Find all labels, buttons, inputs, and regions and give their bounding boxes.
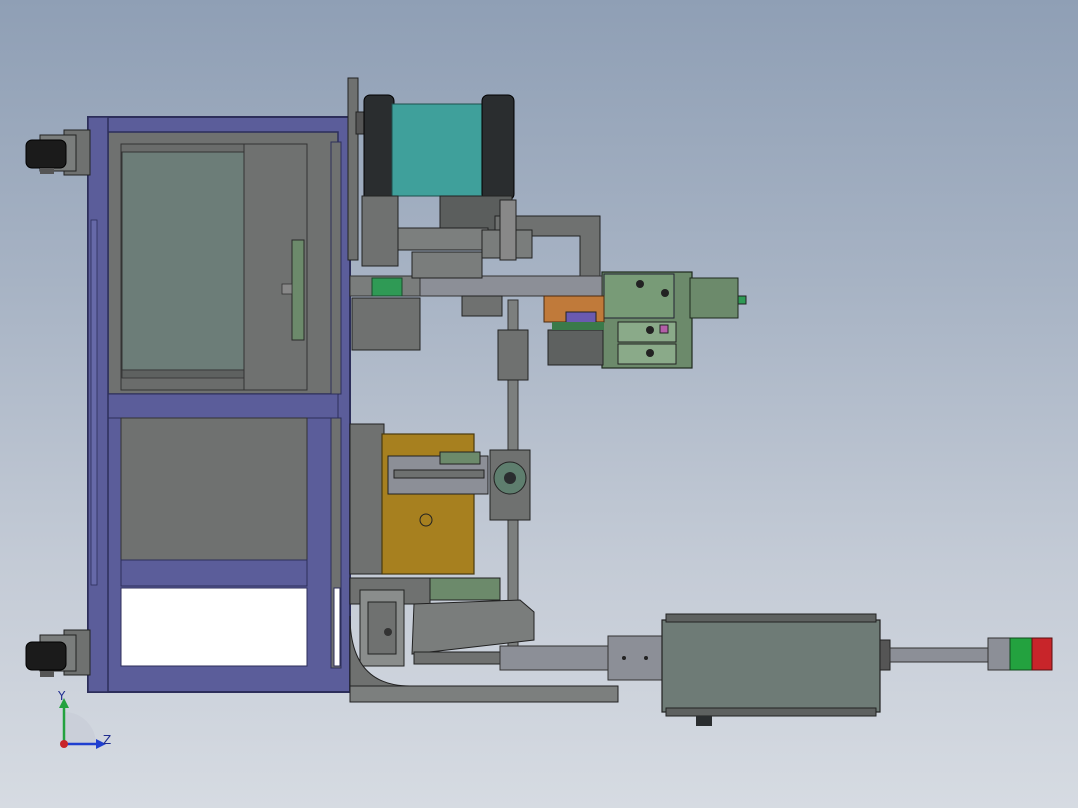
gearbox xyxy=(349,423,489,575)
spool-flange-right xyxy=(481,94,515,201)
handle-knob xyxy=(281,283,293,295)
stack-light-green xyxy=(1009,637,1033,671)
coordinate-triad: Y Z xyxy=(57,689,111,749)
bottom-opening xyxy=(120,587,308,667)
cutter-head xyxy=(543,295,605,366)
spool-drum xyxy=(391,103,485,197)
main-frame xyxy=(87,116,351,693)
triad-z-label: Z xyxy=(103,733,111,747)
cabinet-strip xyxy=(121,369,245,379)
lower-assembly xyxy=(349,577,619,703)
electrical-box xyxy=(121,151,245,371)
lower-panel xyxy=(120,417,308,561)
stack-light xyxy=(987,637,1053,671)
frame-middle-rail xyxy=(107,393,339,419)
frame-post-right-upper xyxy=(330,141,342,395)
bottom-opening-right xyxy=(333,587,341,667)
discharge-motor xyxy=(499,613,991,726)
triad-y-label: Y xyxy=(57,689,66,703)
caster-bottom xyxy=(25,629,91,677)
lower-rail xyxy=(120,559,308,587)
door-handle[interactable] xyxy=(291,239,305,341)
left-side-strip xyxy=(90,219,98,586)
control-boards xyxy=(601,271,747,369)
caster-top xyxy=(25,129,91,176)
cad-viewport[interactable]: Y Z xyxy=(0,0,1078,808)
stack-light-red xyxy=(1031,637,1053,671)
spool-flange-left xyxy=(363,94,395,206)
